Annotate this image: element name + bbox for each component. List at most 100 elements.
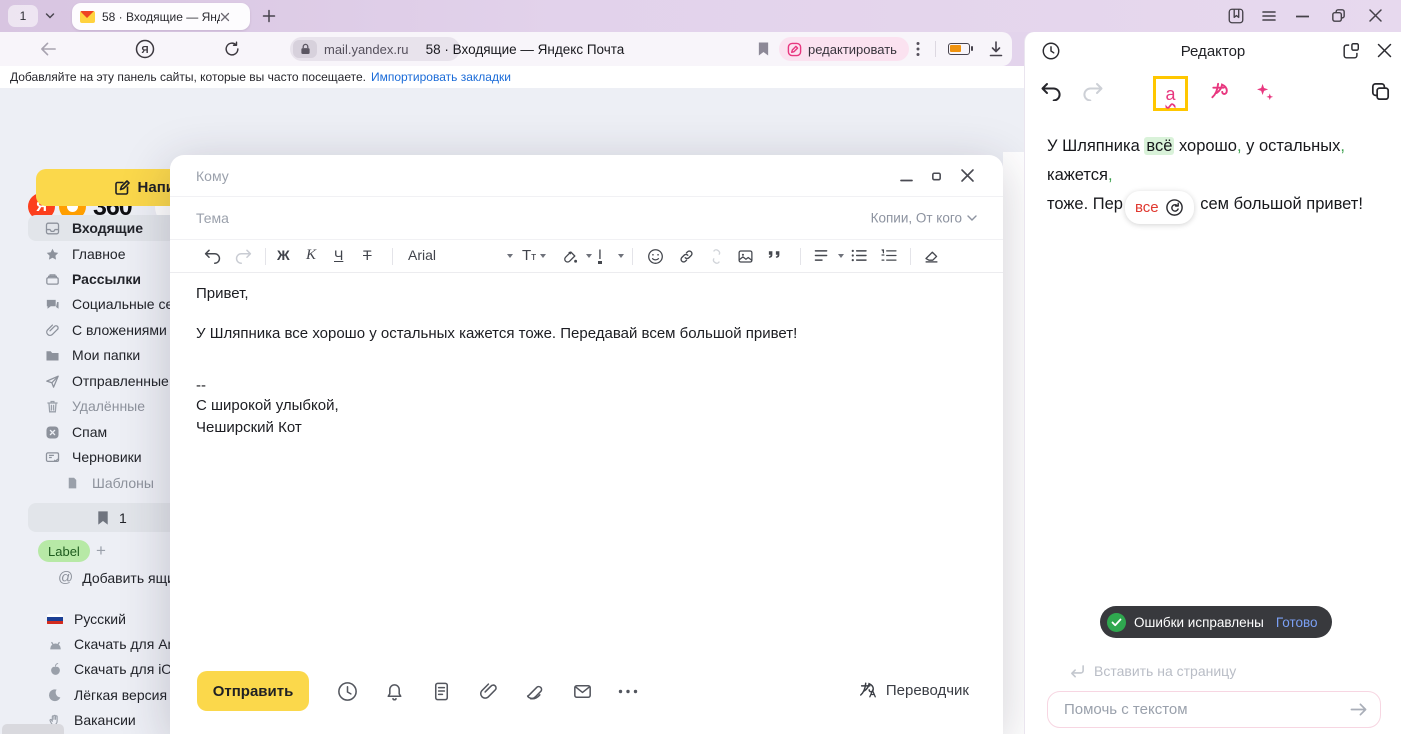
- edit-page-button[interactable]: редактировать: [779, 37, 909, 61]
- page-title: 58 · Входящие — Яндекс Почта: [360, 32, 690, 66]
- translator-button[interactable]: Переводчик: [858, 680, 969, 700]
- underline-button[interactable]: Ч: [334, 247, 343, 263]
- tab-strip: 1 58 · Входящие — Яндек: [0, 0, 1401, 32]
- browser-tab[interactable]: 58 · Входящие — Яндек: [72, 3, 250, 30]
- submit-arrow-icon[interactable]: [1349, 701, 1368, 718]
- svg-text:Я: Я: [141, 45, 148, 56]
- revert-correction-icon[interactable]: [1165, 198, 1184, 217]
- ai-prompt-field[interactable]: [1047, 691, 1381, 728]
- apple-icon: [46, 661, 64, 678]
- redo-icon[interactable]: [234, 247, 253, 264]
- spellcheck-tool-selected[interactable]: a: [1153, 76, 1188, 111]
- unlink-button[interactable]: [708, 248, 725, 265]
- align-button[interactable]: [814, 249, 829, 262]
- editor-redo-icon[interactable]: [1081, 80, 1105, 101]
- close-window-icon[interactable]: [1368, 8, 1383, 23]
- label-tag[interactable]: Label: [38, 540, 90, 562]
- text-segment: тоже. Пер: [1047, 195, 1123, 213]
- rewrite-tool-icon[interactable]: [1209, 80, 1232, 103]
- font-size-select[interactable]: Тт: [522, 247, 546, 264]
- align-caret[interactable]: [838, 254, 844, 258]
- insert-image-button[interactable]: [737, 248, 754, 265]
- menu-icon[interactable]: [1261, 8, 1277, 24]
- italic-button[interactable]: К: [306, 247, 316, 264]
- font-family-select[interactable]: Arial: [408, 247, 436, 263]
- close-compose-icon[interactable]: [960, 168, 975, 183]
- formatting-toolbar: Ж К Ч Т Arial Тт I: [170, 240, 1003, 273]
- quote-button[interactable]: [766, 249, 784, 263]
- message-body[interactable]: Привет, У Шляпника все хорошо у остальны…: [170, 273, 1003, 438]
- insert-to-page-button[interactable]: Вставить на страницу: [1069, 663, 1236, 679]
- eraser-button[interactable]: [923, 248, 940, 264]
- added-comma[interactable]: ,: [1340, 137, 1345, 155]
- template-note-icon[interactable]: [430, 680, 453, 703]
- edit-page-label: редактировать: [808, 42, 897, 57]
- numbered-list-button[interactable]: [881, 249, 897, 262]
- body-line: Привет,: [196, 285, 977, 302]
- attach-file-icon[interactable]: [477, 680, 500, 703]
- compose-pencil-icon: [114, 180, 130, 196]
- bullet-list-button[interactable]: [851, 249, 867, 262]
- panels-icon[interactable]: [1227, 7, 1245, 25]
- close-tab-icon[interactable]: [220, 12, 230, 22]
- to-field-row[interactable]: Кому: [170, 155, 1003, 197]
- restore-window-icon[interactable]: [1330, 7, 1347, 24]
- chevron-down-icon[interactable]: [45, 12, 55, 20]
- attach-mail-icon[interactable]: [571, 680, 594, 703]
- attach-from-disk-icon[interactable]: [524, 680, 547, 703]
- sidebar-item-label: Отправленные: [72, 373, 169, 389]
- yandex-mail-favicon: [80, 11, 95, 23]
- add-mailbox-button[interactable]: @ Добавить ящик: [58, 569, 181, 586]
- sidebar-item-label: Удалённые: [72, 398, 145, 414]
- text-color-caret[interactable]: [618, 254, 624, 258]
- downloads-icon[interactable]: [988, 40, 1004, 58]
- added-comma[interactable]: ,: [1108, 166, 1113, 184]
- drafts-icon: [44, 449, 61, 466]
- spam-icon: [44, 424, 61, 441]
- tab-group-counter[interactable]: 1: [8, 5, 38, 27]
- yandex-browser-icon[interactable]: Я: [135, 39, 155, 59]
- strikethrough-button[interactable]: Т: [363, 247, 372, 263]
- minimize-window-icon[interactable]: [1296, 15, 1309, 18]
- sidebar-item-label: Мои папки: [72, 347, 140, 363]
- schedule-send-icon[interactable]: [336, 680, 359, 703]
- font-family-caret[interactable]: [507, 254, 513, 258]
- ai-prompt-input[interactable]: [1064, 692, 1334, 726]
- bold-button[interactable]: Ж: [277, 247, 290, 263]
- reminder-bell-icon[interactable]: [383, 680, 406, 703]
- new-tab-icon[interactable]: [262, 9, 276, 23]
- minimize-compose-icon[interactable]: [900, 169, 913, 183]
- open-in-window-icon[interactable]: [1341, 41, 1361, 61]
- undo-icon[interactable]: [203, 247, 222, 264]
- moon-icon: [46, 687, 64, 703]
- corrected-text[interactable]: У Шляпника всё хорошо, у остальных, каже…: [1047, 132, 1387, 224]
- battery-icon[interactable]: [948, 43, 970, 55]
- emoji-button[interactable]: [647, 248, 664, 265]
- editor-undo-icon[interactable]: [1039, 80, 1063, 101]
- text-segment: сем большой привет!: [1196, 195, 1363, 213]
- expand-compose-icon[interactable]: [931, 169, 942, 183]
- text-color-button[interactable]: I: [598, 247, 602, 264]
- link-button[interactable]: [678, 248, 695, 265]
- ai-improve-sparkles-icon[interactable]: [1253, 81, 1276, 104]
- more-actions-icon[interactable]: [618, 689, 638, 694]
- back-icon[interactable]: [40, 41, 57, 57]
- send-button[interactable]: Отправить: [197, 671, 309, 711]
- toast-done-button[interactable]: Готово: [1276, 615, 1318, 630]
- cc-from-toggle[interactable]: Копии, От кого: [871, 211, 977, 226]
- bookmark-filter-icon: [96, 510, 110, 526]
- more-options-icon[interactable]: [916, 41, 920, 57]
- close-panel-icon[interactable]: [1376, 42, 1393, 59]
- bookmark-icon[interactable]: [757, 41, 770, 57]
- language-label: Русский: [74, 611, 126, 627]
- copy-text-icon[interactable]: [1369, 80, 1392, 103]
- refresh-icon[interactable]: [223, 40, 241, 58]
- fill-color-caret[interactable]: [586, 254, 592, 258]
- subject-field-row[interactable]: Тема Копии, От кого: [170, 197, 1003, 240]
- lock-icon[interactable]: [293, 40, 317, 58]
- corrected-word[interactable]: всё: [1144, 137, 1174, 155]
- add-label-button[interactable]: +: [96, 541, 106, 561]
- original-word-popover[interactable]: все: [1125, 191, 1194, 224]
- import-bookmarks-link[interactable]: Импортировать закладки: [371, 70, 511, 84]
- fill-color-button[interactable]: [562, 248, 578, 264]
